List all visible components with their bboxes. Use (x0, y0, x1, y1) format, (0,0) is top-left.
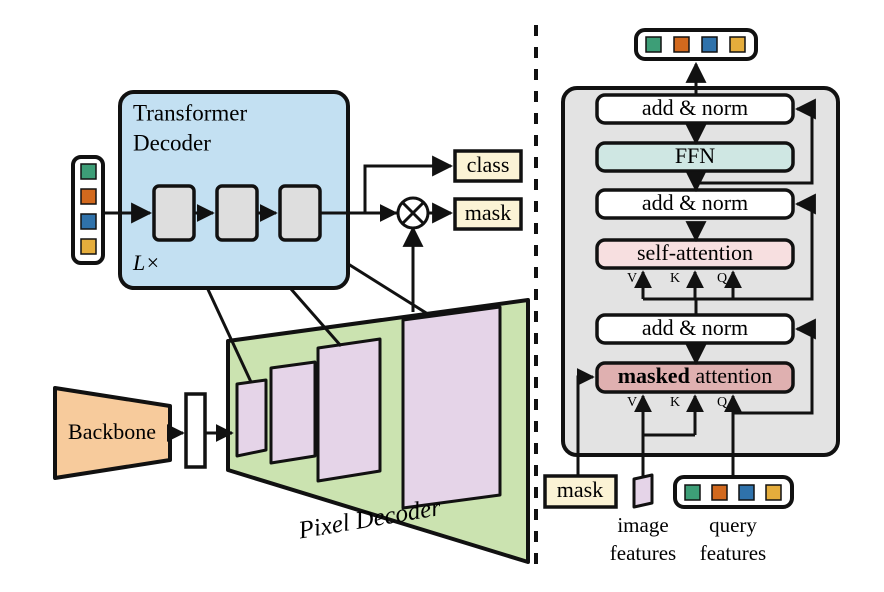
multiply-operator (396, 196, 430, 230)
image-features-glyph (632, 473, 654, 509)
svg-text:masked attention: masked attention (618, 363, 773, 388)
decoder-block-3[interactable] (278, 184, 322, 242)
decoder-block-2[interactable] (215, 184, 259, 242)
output-swatch-orange (673, 36, 690, 53)
output-swatch-green (645, 36, 662, 53)
query-features-strip-left[interactable] (71, 155, 105, 265)
self-attention-port-v: V (627, 271, 637, 286)
mask-output-box[interactable]: mask (453, 197, 523, 231)
add-norm-mid-box[interactable]: add & norm (595, 188, 795, 220)
feature-map-2 (269, 360, 317, 465)
add-norm-bottom-box[interactable]: add & norm (595, 313, 795, 345)
output-swatch-blue (701, 36, 718, 53)
ffn-box[interactable]: FFN (595, 141, 795, 173)
class-output-box[interactable]: class (453, 149, 523, 183)
add-norm-top-label: add & norm (642, 95, 748, 120)
query-swatch-yellow (80, 238, 97, 255)
query-features-label-line1: query (709, 513, 757, 537)
decoder-block-1[interactable] (152, 184, 196, 242)
self-attention-port-q: Q (717, 271, 727, 286)
self-attention-port-k: K (670, 271, 680, 286)
query-swatch-yellow-2 (765, 484, 782, 501)
query-swatch-green-2 (684, 484, 701, 501)
backbone-label: Backbone (68, 419, 156, 444)
output-swatch-yellow (729, 36, 746, 53)
masked-attention-port-q: Q (717, 395, 727, 410)
add-norm-mid-label: add & norm (642, 190, 748, 215)
masked-attention-box[interactable]: masked attention (595, 361, 795, 394)
masked-attention-port-k: K (670, 395, 680, 410)
query-swatch-blue-2 (738, 484, 755, 501)
image-features-label-line1: image (617, 513, 668, 537)
self-attention-box[interactable]: self-attention (595, 238, 795, 270)
feature-map-4 (401, 305, 502, 510)
mask-input-box[interactable]: mask (543, 474, 618, 509)
transformer-decoder-title-line1: Transformer (133, 100, 247, 125)
image-features-label-line2: features (610, 541, 676, 565)
backbone-block: Backbone (53, 386, 172, 480)
query-features-label-line2: features (700, 541, 766, 565)
query-swatch-orange-2 (711, 484, 728, 501)
transformer-decoder-repeat-label: L× (132, 250, 160, 275)
query-swatch-blue (80, 213, 97, 230)
add-norm-bottom-label: add & norm (642, 315, 748, 340)
query-swatch-green (80, 163, 97, 180)
transformer-decoder-title-line2: Decoder (133, 130, 211, 155)
masked-attention-label-rest: attention (690, 363, 772, 388)
masked-attention-label-bold: masked (618, 363, 690, 388)
ffn-label: FFN (675, 143, 715, 168)
neck-block (184, 392, 207, 469)
output-query-features-strip[interactable] (634, 28, 758, 61)
feature-map-1 (235, 378, 268, 458)
self-attention-label: self-attention (637, 240, 753, 265)
query-features-strip-right[interactable] (673, 475, 794, 509)
class-output-label: class (467, 152, 510, 177)
query-swatch-orange (80, 188, 97, 205)
feature-map-3 (316, 337, 382, 483)
figure-canvas: Pixel Decoder Backbone Transformer Decod… (0, 0, 884, 592)
masked-attention-port-v: V (627, 395, 637, 410)
add-norm-top-box[interactable]: add & norm (595, 93, 795, 125)
mask-input-label: mask (557, 477, 603, 502)
mask-output-label: mask (465, 200, 511, 225)
architecture-diagram: Pixel Decoder Backbone Transformer Decod… (53, 25, 840, 570)
